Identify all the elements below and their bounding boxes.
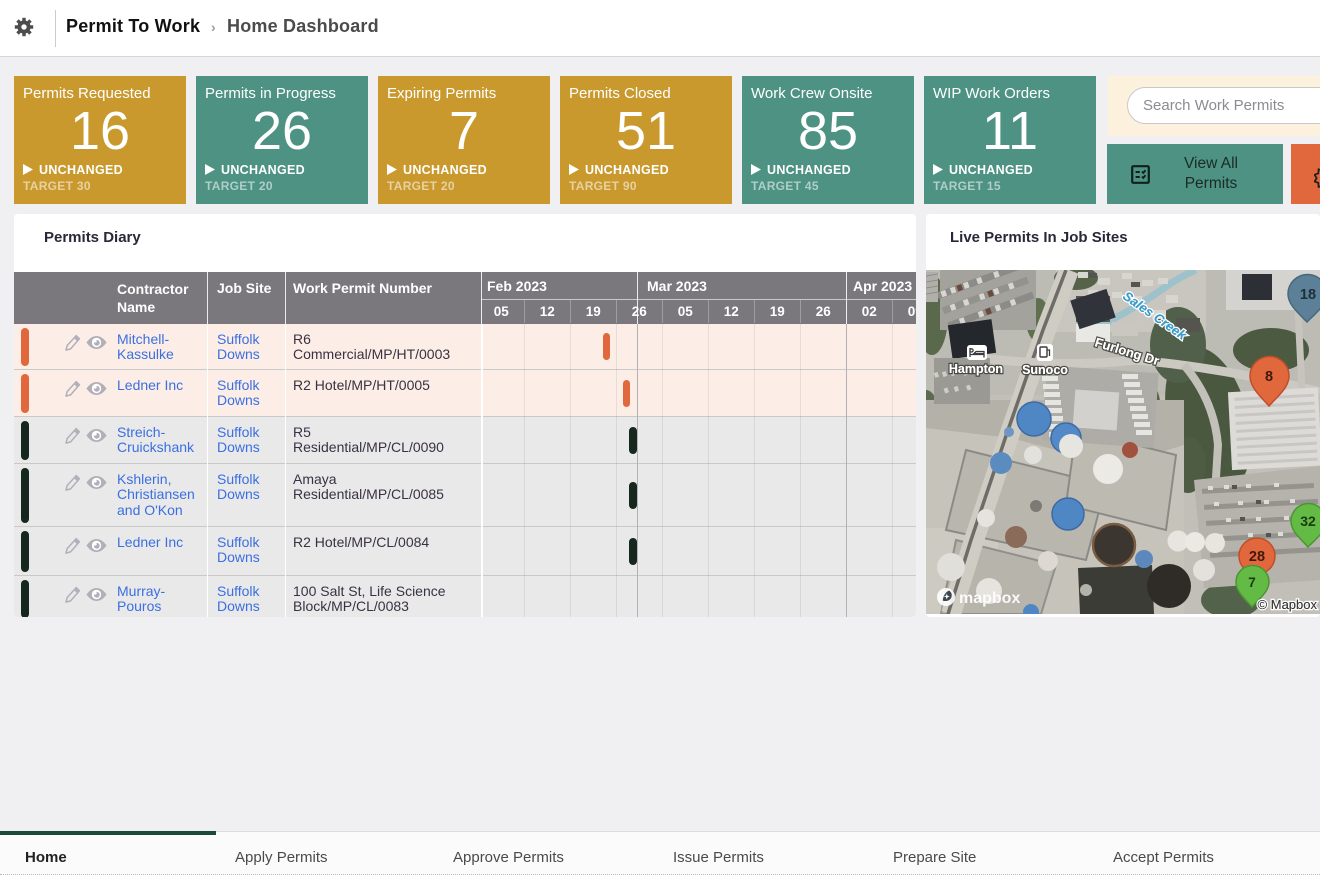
svg-text:© Mapbox: © Mapbox — [1258, 597, 1318, 612]
svg-text:mapbox: mapbox — [959, 590, 1020, 607]
svg-text:32: 32 — [1300, 513, 1316, 529]
svg-text:8: 8 — [1265, 369, 1273, 385]
svg-text:18: 18 — [1300, 287, 1316, 303]
svg-text:Hampton: Hampton — [949, 362, 1003, 376]
svg-text:Sunoco: Sunoco — [1022, 363, 1068, 377]
svg-text:7: 7 — [1248, 575, 1256, 590]
svg-text:28: 28 — [1249, 549, 1265, 565]
